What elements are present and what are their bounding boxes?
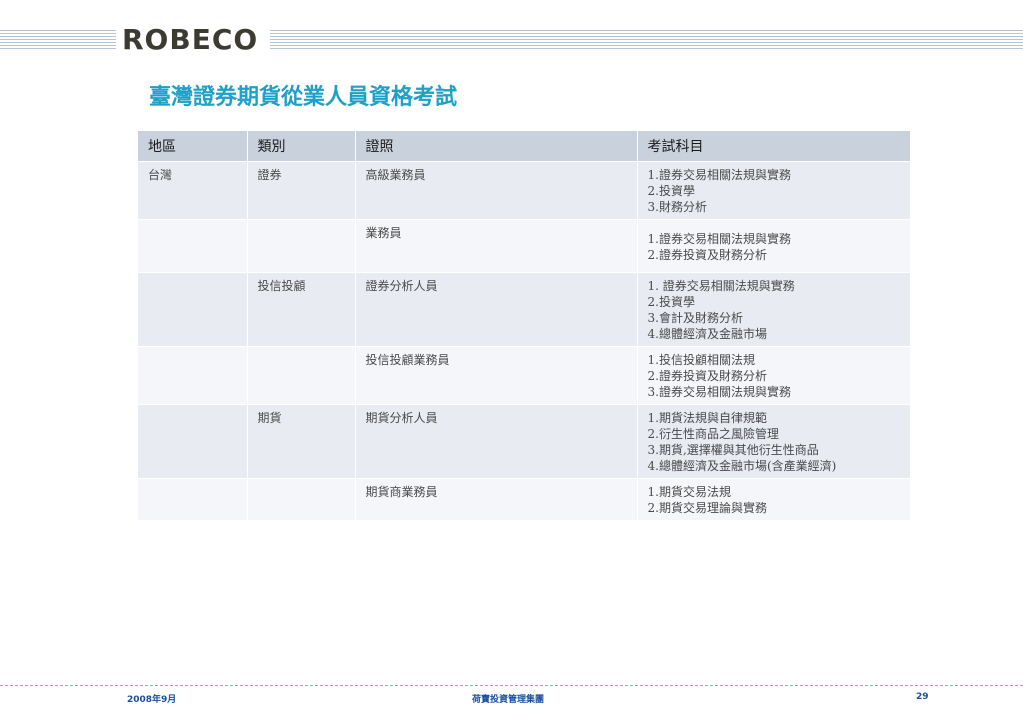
table-header-row: 地區 類別 證照 考試科目 [138,131,910,162]
cell-license: 業務員 [355,219,638,273]
page-title: 臺灣證券期貨從業人員資格考試 [149,84,458,110]
table-row: 期貨 期貨分析人員 1.期貨法規與自律規範 2.衍生性商品之風險管理 3.期貨,選擇權與… [138,404,910,479]
footer-divider [0,685,1023,686]
table-row: 期貨商業務員 1.期貨交易法規 2.期貨交易理論與實務 [138,478,910,521]
subject-item: 1.證券交易相關法規與實務 [647,168,791,182]
cell-region [138,478,248,521]
footer-date: 2008年9月 [127,695,177,705]
exam-table: 地區 類別 證照 考試科目 台灣 證券 高級業務員 1.證券交易相關法規與實務 2.投資… [138,131,910,521]
cell-region [138,404,248,479]
cell-category [247,478,356,521]
cell-license: 投信投顧業務員 [355,346,638,405]
footer-company: 荷寶投資管理集團 [472,695,545,705]
cell-region [138,346,248,405]
subject-item: 4.總體經濟及金融市場(含產業經濟) [647,459,837,473]
table-row: 業務員 1.證券交易相關法規與實務 2.證券投資及財務分析 [138,219,910,273]
header-region: 地區 [138,131,248,162]
cell-region [138,272,248,347]
footer-page-number: 29 [916,692,929,702]
cell-subjects: 1. 證券交易相關法規與實務 2.投資學 3.會計及財務分析 4.總體經濟及金融市場 [637,272,910,347]
cell-license: 證券分析人員 [355,272,638,347]
robeco-logo: ROBECO [122,23,259,56]
cell-category [247,346,356,405]
table-row: 投信投顧業務員 1.投信投顧相關法規 2.證券投資及財務分析 3.證券交易相關法規與實… [138,346,910,405]
header-stripes-left [0,30,116,50]
subject-item: 1.證券交易相關法規與實務 [647,232,791,246]
cell-category: 證券 [247,161,356,220]
subject-item: 3.會計及財務分析 [647,311,743,325]
cell-subjects: 1.證券交易相關法規與實務 2.證券投資及財務分析 [637,219,910,273]
cell-region: 台灣 [138,161,248,220]
subject-item: 2.證券投資及財務分析 [647,248,767,262]
cell-subjects: 1.期貨法規與自律規範 2.衍生性商品之風險管理 3.期貨,選擇權與其他衍生性商品 4… [637,404,910,479]
subject-item: 3.財務分析 [647,200,707,214]
cell-subjects: 1.投信投顧相關法規 2.證券投資及財務分析 3.證券交易相關法規與實務 [637,346,910,405]
subject-item: 1.期貨交易法規 [647,485,731,499]
header-subjects: 考試科目 [637,131,910,162]
cell-license: 期貨商業務員 [355,478,638,521]
cell-license: 高級業務員 [355,161,638,220]
cell-license: 期貨分析人員 [355,404,638,479]
cell-category [247,219,356,273]
subject-item: 2.期貨交易理論與實務 [647,501,767,515]
subject-item: 4.總體經濟及金融市場 [647,327,767,341]
subject-item: 1. 證券交易相關法規與實務 [647,279,795,293]
subject-item: 2.投資學 [647,184,695,198]
cell-subjects: 1.證券交易相關法規與實務 2.投資學 3.財務分析 [637,161,910,220]
cell-region [138,219,248,273]
header-license: 證照 [355,131,638,162]
header-category: 類別 [247,131,356,162]
subject-item: 2.投資學 [647,295,695,309]
subject-item: 3.期貨,選擇權與其他衍生性商品 [647,443,819,457]
subject-item: 2.衍生性商品之風險管理 [647,427,779,441]
subject-item: 1.投信投顧相關法規 [647,353,755,367]
subject-item: 3.證券交易相關法規與實務 [647,385,791,399]
table-row: 台灣 證券 高級業務員 1.證券交易相關法規與實務 2.投資學 3.財務分析 [138,161,910,220]
cell-subjects: 1.期貨交易法規 2.期貨交易理論與實務 [637,478,910,521]
subject-item: 1.期貨法規與自律規範 [647,411,767,425]
table-row: 投信投顧 證券分析人員 1. 證券交易相關法規與實務 2.投資學 3.會計及財務分析 4.… [138,272,910,347]
subject-item: 2.證券投資及財務分析 [647,369,767,383]
header-stripes-right [270,30,1023,50]
cell-category: 投信投顧 [247,272,356,347]
cell-category: 期貨 [247,404,356,479]
